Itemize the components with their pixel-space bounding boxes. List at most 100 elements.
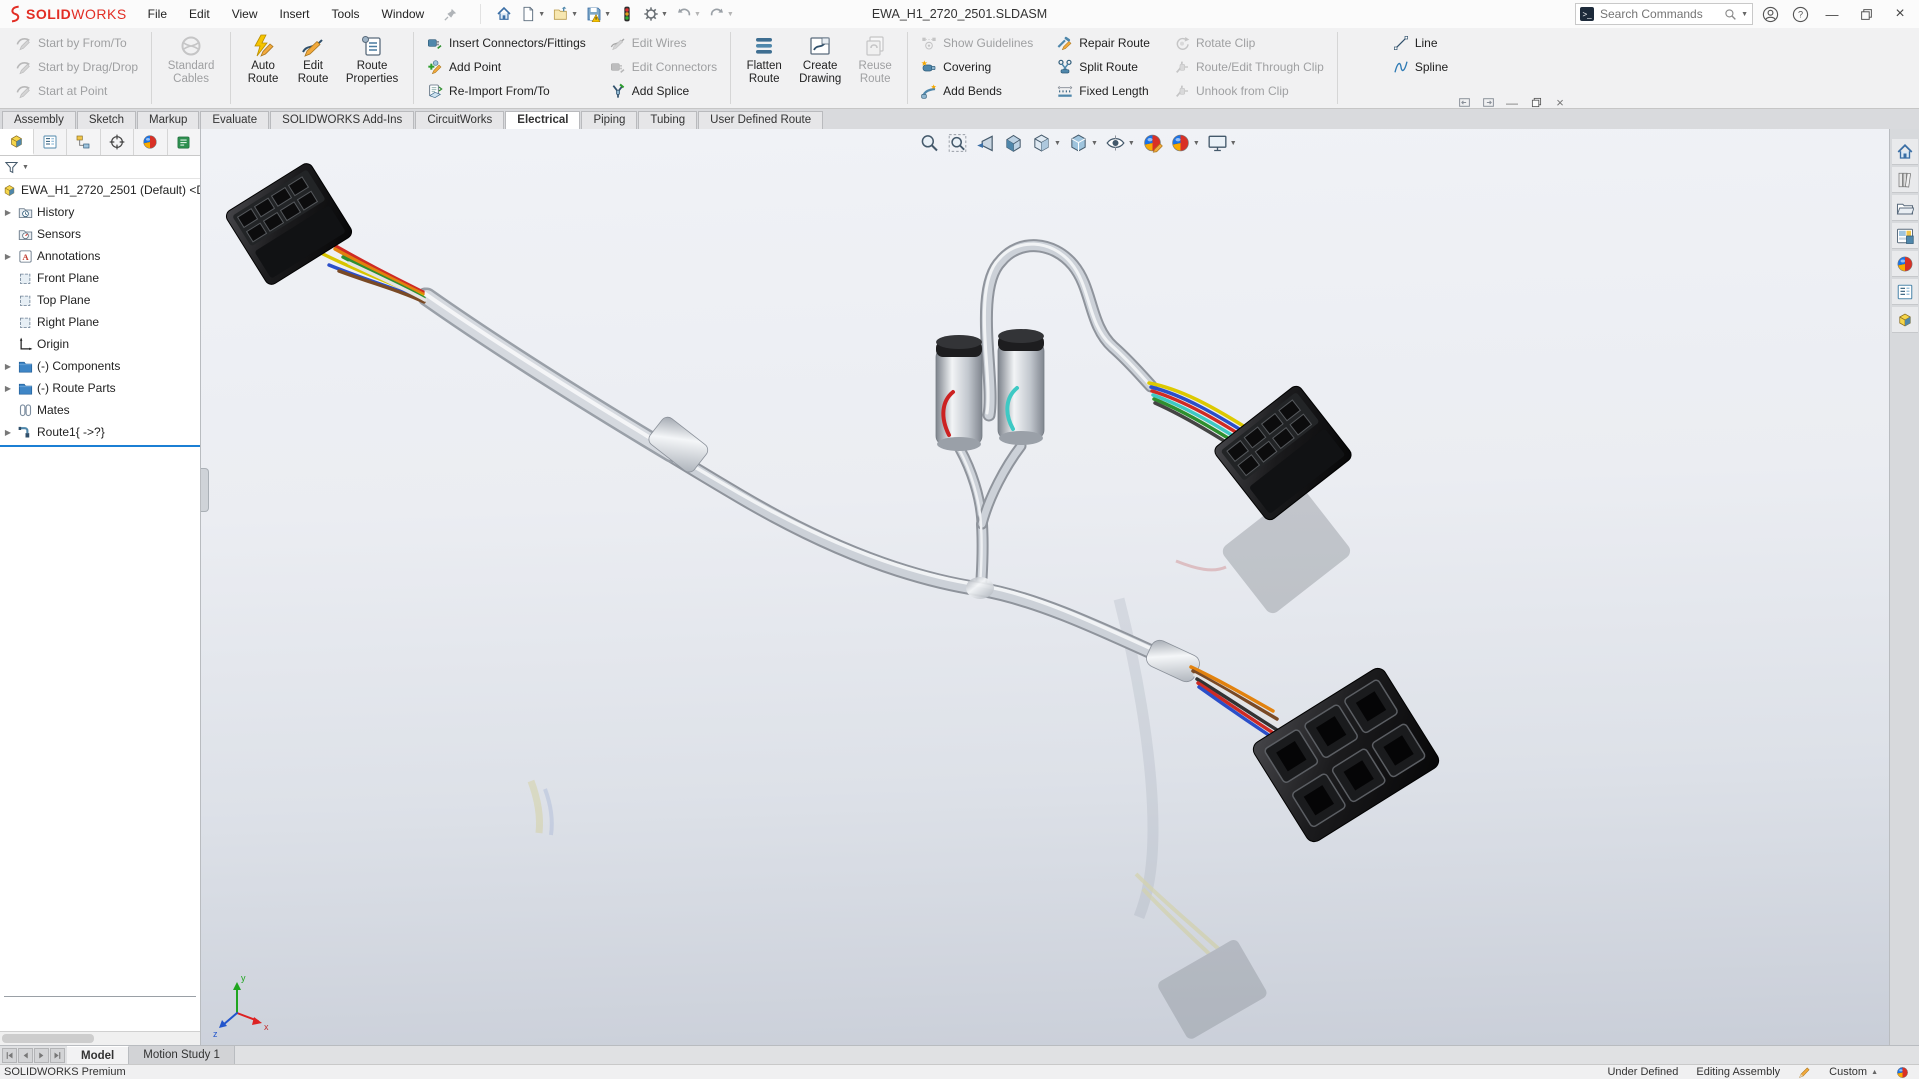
tab-circuitworks[interactable]: CircuitWorks — [415, 111, 504, 129]
close-doc-icon[interactable]: × — [1551, 95, 1569, 110]
tree-item-mates[interactable]: Mates — [0, 399, 200, 421]
tree-item-route1[interactable]: ▶ Route1{ ->?} — [0, 421, 200, 443]
reimport-fromto-button[interactable]: Re-Import From/To — [422, 79, 591, 103]
split-route-button[interactable]: Split Route — [1052, 55, 1155, 79]
create-drawing-button[interactable]: Create Drawing — [791, 31, 849, 89]
right-connector[interactable] — [1212, 384, 1354, 523]
graphics-viewport[interactable]: ▼ ▼ ▼ ▼ ▼ — [201, 129, 1889, 1045]
hide-show-items-icon[interactable]: ▼ — [1105, 133, 1135, 153]
auto-route-button[interactable]: Auto Route — [239, 31, 287, 89]
splice-capsule-left[interactable] — [936, 335, 982, 451]
view-orientation-icon[interactable]: ▼ — [1031, 133, 1061, 153]
wire-harness-model[interactable]: x y z — [201, 129, 1891, 1048]
appearances-scenes-icon[interactable] — [1892, 251, 1918, 277]
menu-edit[interactable]: Edit — [178, 3, 221, 25]
search-icon[interactable] — [1724, 8, 1737, 21]
dimxpertmanager-tab[interactable] — [101, 129, 135, 155]
insert-connectors-fittings-button[interactable]: Insert Connectors/Fittings — [422, 31, 591, 55]
menu-window[interactable]: Window — [371, 3, 436, 25]
tree-item-origin[interactable]: Origin — [0, 333, 200, 355]
add-bends-button[interactable]: Add Bends — [916, 79, 1038, 103]
tree-item-history[interactable]: ▶ History — [0, 201, 200, 223]
units-selector[interactable]: Custom▲ — [1829, 1066, 1878, 1078]
tab-sketch[interactable]: Sketch — [77, 111, 136, 129]
section-view-icon[interactable] — [1003, 133, 1024, 153]
zoom-fit-icon[interactable] — [919, 133, 940, 153]
search-commands-box[interactable]: >_ ▼ — [1575, 3, 1753, 25]
tab-markup[interactable]: Markup — [137, 111, 199, 129]
spline-button[interactable]: Spline — [1388, 55, 1453, 79]
first-tab-icon[interactable] — [2, 1048, 17, 1063]
edit-appearance-icon[interactable] — [1142, 133, 1163, 153]
zoom-area-icon[interactable] — [947, 133, 968, 153]
expand-arrow[interactable]: ▶ — [2, 252, 14, 261]
tree-item-route-parts[interactable]: ▶ (-) Route Parts — [0, 377, 200, 399]
tree-item-front-plane[interactable]: Front Plane — [0, 267, 200, 289]
previous-tab-icon[interactable] — [18, 1048, 33, 1063]
expand-arrow[interactable]: ▶ — [2, 384, 14, 393]
new-document-button[interactable]: ▼ — [517, 4, 548, 24]
model-tab[interactable]: Model — [67, 1046, 129, 1064]
tree-root-item[interactable]: EWA_H1_2720_2501 (Default) <Display Sta — [0, 179, 200, 201]
home-button[interactable] — [493, 4, 515, 24]
tab-assembly[interactable]: Assembly — [2, 111, 76, 129]
view-settings-icon[interactable]: ▼ — [1207, 133, 1237, 153]
configurationmanager-tab[interactable] — [67, 129, 101, 155]
apply-scene-icon[interactable]: ▼ — [1170, 133, 1200, 153]
scrollbar-thumb[interactable] — [2, 1034, 94, 1043]
tree-item-top-plane[interactable]: Top Plane — [0, 289, 200, 311]
tree-item-right-plane[interactable]: Right Plane — [0, 311, 200, 333]
cam-tab[interactable] — [168, 129, 201, 155]
splice-capsule-right[interactable] — [998, 329, 1044, 445]
view-palette-icon[interactable] — [1892, 223, 1918, 249]
tab-evaluate[interactable]: Evaluate — [200, 111, 269, 129]
minimize-doc-icon[interactable]: — — [1503, 95, 1521, 110]
close-button[interactable]: × — [1885, 1, 1915, 27]
rebuild-traffic-light-icon[interactable] — [616, 4, 638, 24]
last-tab-icon[interactable] — [50, 1048, 65, 1063]
tree-item-annotations[interactable]: ▶ Annotations — [0, 245, 200, 267]
next-tab-icon[interactable] — [34, 1048, 49, 1063]
menu-file[interactable]: File — [137, 3, 178, 25]
display-style-icon[interactable]: ▼ — [1068, 133, 1098, 153]
next-window-icon[interactable] — [1479, 95, 1497, 110]
open-button[interactable]: ▼ — [550, 4, 581, 24]
tags-icon[interactable] — [1896, 1066, 1909, 1079]
login-account-icon[interactable] — [1757, 2, 1783, 26]
tree-horizontal-scrollbar[interactable] — [0, 1031, 200, 1045]
add-splice-button[interactable]: Add Splice — [605, 79, 722, 103]
line-button[interactable]: Line — [1388, 31, 1453, 55]
splice-branch-tube[interactable] — [959, 446, 1021, 587]
motion-study-tab[interactable]: Motion Study 1 — [129, 1046, 235, 1064]
tab-electrical[interactable]: Electrical — [505, 111, 580, 129]
tree-item-components[interactable]: ▶ (-) Components — [0, 355, 200, 377]
minimize-button[interactable]: — — [1817, 1, 1847, 27]
assembly-visualization-icon[interactable] — [1892, 307, 1918, 333]
menu-insert[interactable]: Insert — [269, 3, 321, 25]
repair-route-button[interactable]: Repair Route — [1052, 31, 1155, 55]
expand-arrow[interactable]: ▶ — [2, 428, 14, 437]
route-properties-button[interactable]: Route Properties — [339, 31, 405, 89]
help-icon[interactable] — [1787, 2, 1813, 26]
panel-splitter-handle[interactable] — [201, 468, 209, 512]
search-commands-input[interactable] — [1598, 6, 1720, 22]
add-point-button[interactable]: Add Point — [422, 55, 591, 79]
bottom-connector[interactable] — [1250, 665, 1442, 845]
pin-menu-icon[interactable] — [443, 7, 458, 22]
custom-properties-icon[interactable] — [1892, 279, 1918, 305]
restore-doc-icon[interactable] — [1527, 95, 1545, 110]
covering-button[interactable]: Covering — [916, 55, 1038, 79]
main-trunk-tube[interactable] — [423, 292, 1189, 669]
expand-arrow[interactable]: ▶ — [2, 208, 14, 217]
menu-tools[interactable]: Tools — [321, 3, 371, 25]
search-options-caret[interactable]: ▼ — [1741, 11, 1748, 18]
fixed-length-button[interactable]: Fixed Length — [1052, 79, 1155, 103]
filter-caret[interactable]: ▼ — [22, 164, 29, 171]
restore-button[interactable] — [1851, 1, 1881, 27]
tab-solidworks-addins[interactable]: SOLIDWORKS Add-Ins — [270, 111, 414, 129]
tab-tubing[interactable]: Tubing — [638, 111, 697, 129]
options-gear-button[interactable]: ▼ — [640, 4, 671, 24]
flatten-route-button[interactable]: Flatten Route — [739, 31, 789, 89]
design-library-icon[interactable] — [1892, 167, 1918, 193]
home-pane-icon[interactable] — [1892, 139, 1918, 165]
